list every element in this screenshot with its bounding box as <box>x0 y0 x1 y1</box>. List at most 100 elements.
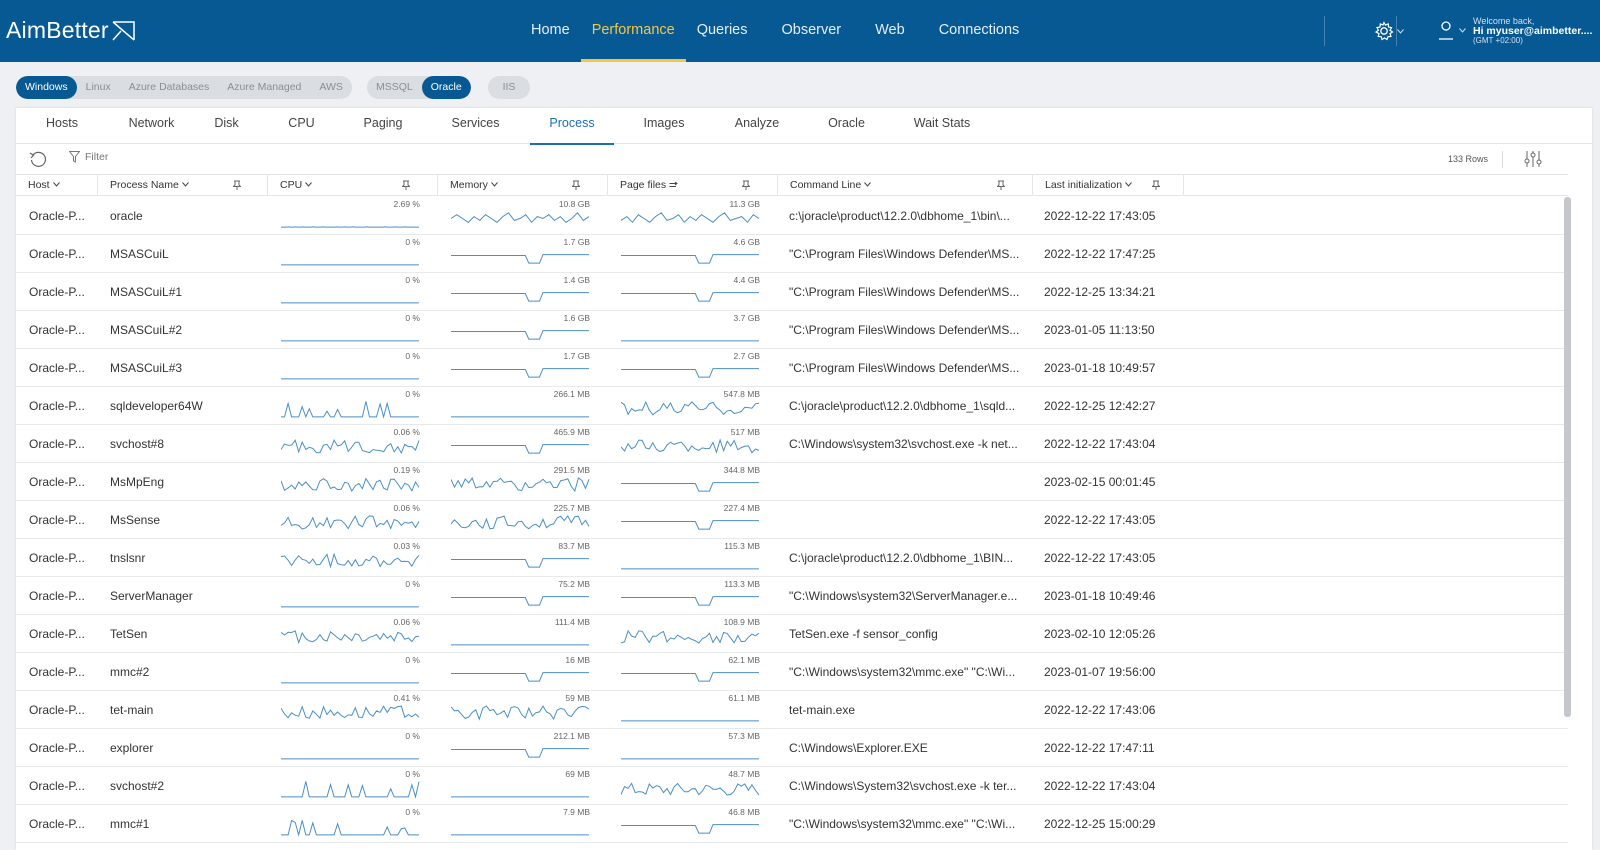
chip-linux[interactable]: Linux <box>77 76 120 99</box>
table-row[interactable]: Oracle-P... MSASCuiL 0 % 1.7 GB 4.6 GB "C:\Pr… <box>16 235 1568 273</box>
nav-web[interactable]: Web <box>864 0 916 62</box>
nav-observer[interactable]: Observer <box>770 0 852 62</box>
page-files-cell: 113.3 MB <box>621 577 760 615</box>
nav-connections[interactable]: Connections <box>928 0 1031 62</box>
tab-images[interactable]: Images <box>614 108 714 144</box>
last-initialization-cell: 2023-02-10 12:05:26 <box>1044 627 1156 641</box>
last-initialization-cell: 2022-12-22 17:43:06 <box>1044 703 1156 717</box>
refresh-button[interactable] <box>29 150 47 173</box>
table-row[interactable]: Oracle-P... mmc#1 0 % 7.9 MB 46.8 MB "C:\Wind… <box>16 805 1568 843</box>
column-settings-button[interactable] <box>1523 150 1543 173</box>
command-line-cell: C:\joracle\product\12.2.0\dbhome_1\sqld.… <box>789 399 1016 413</box>
chip-azure-databases[interactable]: Azure Databases <box>120 76 219 99</box>
nav-home[interactable]: Home <box>520 0 581 62</box>
pin-icon[interactable] <box>402 180 410 190</box>
table-row[interactable]: Oracle-P... MsSense 0.06 % 225.7 MB 227.4 MB… <box>16 501 1568 539</box>
command-line-cell: TetSen.exe -f sensor_config <box>789 627 938 641</box>
tab-cpu[interactable]: CPU <box>258 108 345 144</box>
sort-icon[interactable] <box>669 182 678 188</box>
chevron-down-icon[interactable] <box>491 182 498 188</box>
table-row[interactable]: Oracle-P... explorer 0 % 212.1 MB 57.3 MB C:\… <box>16 729 1568 767</box>
process-name-cell: oracle <box>110 209 143 223</box>
logo[interactable]: AimBetter <box>6 17 136 44</box>
table-row[interactable]: Oracle-P... tnslsnr 0.03 % 83.7 MB 115.3 MB C… <box>16 539 1568 577</box>
memory-cell: 291.5 MB <box>451 463 590 501</box>
last-initialization-cell: 2022-12-25 13:34:21 <box>1044 285 1156 299</box>
tab-analyze[interactable]: Analyze <box>714 108 800 144</box>
page-files-cell: 547.8 MB <box>621 387 760 425</box>
table-row[interactable]: Oracle-P... TetSen 0.06 % 111.4 MB 108.9 MB T… <box>16 615 1568 653</box>
table-row[interactable]: Oracle-P... svchost#2 0 % 69 MB 48.7 MB C:\Wi… <box>16 767 1568 805</box>
last-initialization-cell: 2022-12-22 17:43:05 <box>1044 513 1156 527</box>
tab-paging[interactable]: Paging <box>345 108 421 144</box>
chevron-down-icon <box>1397 28 1404 34</box>
vertical-scrollbar[interactable] <box>1564 197 1571 717</box>
chip-iis[interactable]: IIS <box>494 76 525 99</box>
chevron-down-icon[interactable] <box>864 182 872 188</box>
column-header-memory[interactable]: Memory <box>438 175 608 196</box>
column-header-page-files[interactable]: Page files <box>608 175 778 196</box>
column-header-cpu[interactable]: CPU <box>268 175 438 196</box>
tab-wait-stats[interactable]: Wait Stats <box>893 108 991 144</box>
tab-disk[interactable]: Disk <box>195 108 258 144</box>
table-row[interactable]: Oracle-P... oracle 2.69 % 10.8 GB 11.3 GB c:\… <box>16 197 1568 235</box>
table-row[interactable]: Oracle-P... MSASCuiL#2 0 % 1.6 GB 3.7 GB "C:\… <box>16 311 1568 349</box>
memory-cell: 1.7 GB <box>451 235 590 273</box>
chevron-down-icon[interactable] <box>181 182 189 188</box>
chip-azure-managed[interactable]: Azure Managed <box>218 76 310 99</box>
cpu-cell: 0 % <box>281 235 420 273</box>
page-files-cell: 517 MB <box>621 425 760 463</box>
chevron-down-icon[interactable] <box>305 182 313 188</box>
chip-windows[interactable]: Windows <box>16 76 77 99</box>
process-name-cell: MSASCuiL#1 <box>110 285 183 299</box>
pin-icon[interactable] <box>997 180 1005 190</box>
table-row[interactable]: Oracle-P... MsMpEng 0.19 % 291.5 MB 344.8 MB… <box>16 463 1568 501</box>
pin-icon[interactable] <box>233 180 241 190</box>
header-divider <box>1324 16 1325 46</box>
last-initialization-cell: 2022-12-22 17:43:04 <box>1044 437 1156 451</box>
last-initialization-cell: 2023-01-18 10:49:57 <box>1044 361 1156 375</box>
column-header-last-initialization[interactable]: Last initialization <box>1033 175 1184 196</box>
column-header-process-name[interactable]: Process Name <box>98 175 268 196</box>
sparkline-chart <box>621 212 760 224</box>
cpu-cell: 0.06 % <box>281 615 420 653</box>
filter-button[interactable]: Filter <box>69 151 108 163</box>
command-line-cell: C:\Windows\system32\svchost.exe -k net..… <box>789 437 1018 451</box>
host-cell: Oracle-P... <box>29 513 85 527</box>
memory-cell: 1.4 GB <box>451 273 590 311</box>
chip-mssql[interactable]: MSSQL <box>367 76 422 99</box>
nav-queries[interactable]: Queries <box>686 0 759 62</box>
table-row[interactable]: Oracle-P... tet-main 0.41 % 59 MB 61.1 MB tet… <box>16 691 1568 729</box>
user-info[interactable]: Welcome back, Hi myuser@aimbetter.... (G… <box>1473 16 1592 46</box>
tab-network[interactable]: Network <box>108 108 195 144</box>
chip-oracle[interactable]: Oracle <box>421 76 471 99</box>
settings-menu[interactable] <box>1374 21 1404 41</box>
table-row[interactable]: Oracle-P... MSASCuiL#3 0 % 1.7 GB 2.7 GB "C:\… <box>16 349 1568 387</box>
sparkline-chart <box>621 368 759 378</box>
process-name-cell: mmc#2 <box>110 665 150 679</box>
page-files-cell: 227.4 MB <box>621 501 760 539</box>
table-row[interactable]: Oracle-P... ServerManager 0 % 75.2 MB 113.3 … <box>16 577 1568 615</box>
nav-performance[interactable]: Performance <box>580 0 686 62</box>
cpu-cell: 0 % <box>281 273 420 311</box>
tab-services[interactable]: Services <box>421 108 530 144</box>
pin-icon[interactable] <box>742 180 750 190</box>
table-row[interactable]: Oracle-P... svchost#8 0.06 % 465.9 MB 517 MB… <box>16 425 1568 463</box>
table-row[interactable]: Oracle-P... mmc#2 0 % 16 MB 62.1 MB "C:\Windo… <box>16 653 1568 691</box>
chip-aws[interactable]: AWS <box>310 76 352 99</box>
chevron-down-icon[interactable] <box>1125 182 1132 188</box>
sparkline-chart <box>621 400 760 416</box>
tab-process[interactable]: Process <box>530 108 614 145</box>
column-header-host[interactable]: Host <box>16 175 98 196</box>
column-header-command-line[interactable]: Command Line <box>778 175 1033 196</box>
row-count: 133 Rows <box>1448 154 1489 164</box>
user-menu[interactable] <box>1437 20 1466 40</box>
pin-icon[interactable] <box>572 180 580 190</box>
tab-hosts[interactable]: Hosts <box>16 108 108 144</box>
pin-icon[interactable] <box>1152 180 1160 190</box>
table-row[interactable]: Oracle-P... MSASCuiL#1 0 % 1.4 GB 4.4 GB "C:\… <box>16 273 1568 311</box>
tab-oracle[interactable]: Oracle <box>800 108 893 144</box>
table-row[interactable]: Oracle-P... sqldeveloper64W 0 % 266.1 MB 547… <box>16 387 1568 425</box>
vertical-scroll-track <box>1568 174 1592 850</box>
chevron-down-icon[interactable] <box>52 182 60 188</box>
